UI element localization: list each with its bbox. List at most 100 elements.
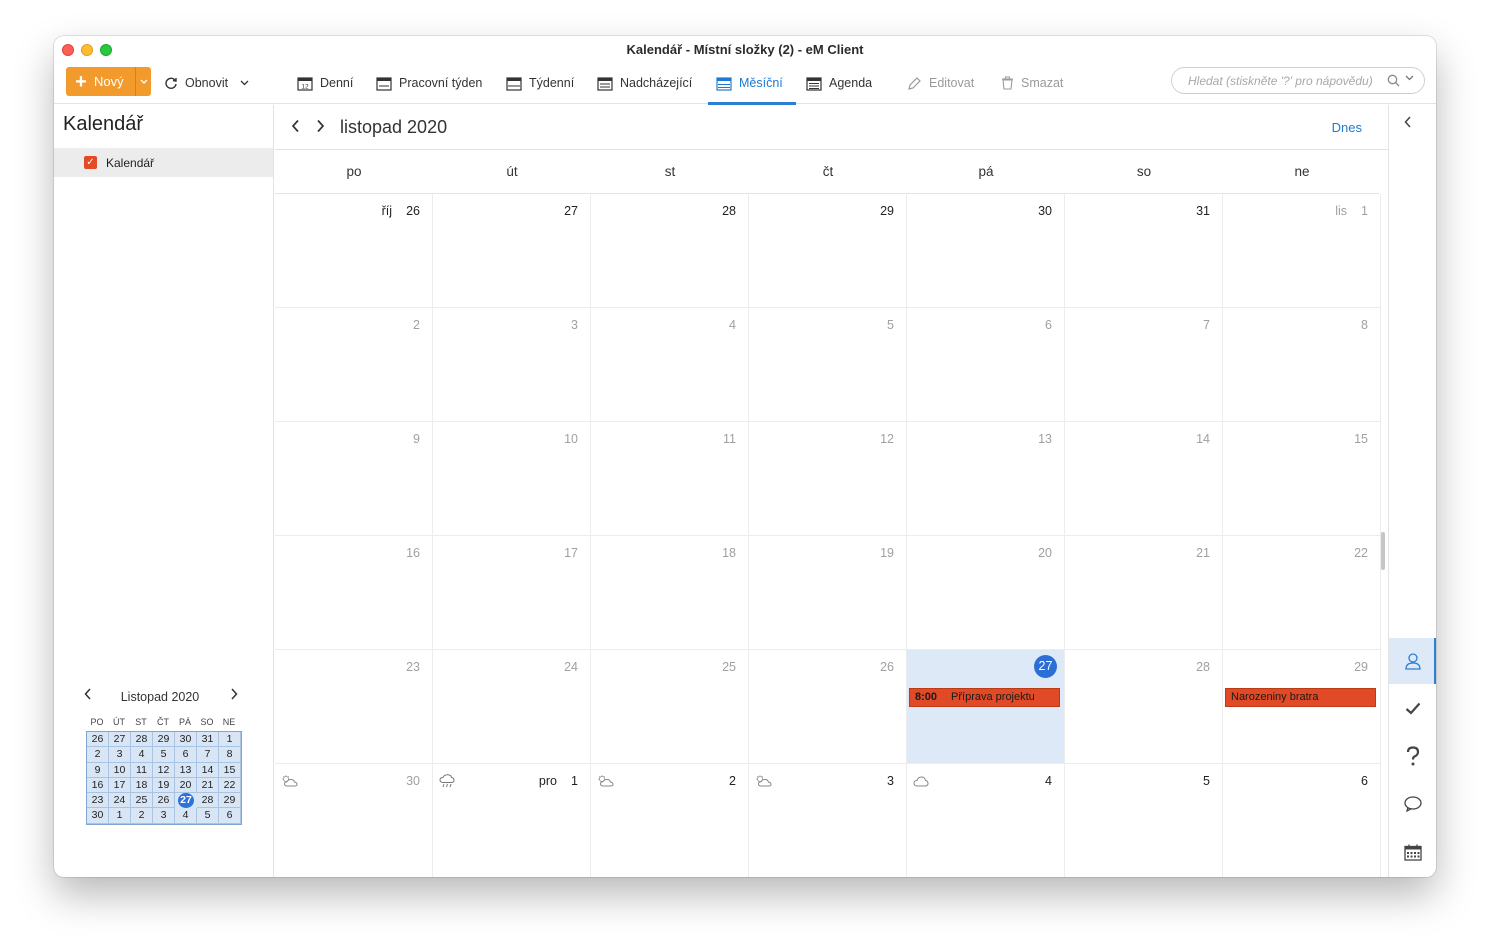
- mini-day[interactable]: 24: [109, 793, 131, 809]
- mini-day[interactable]: 1: [109, 808, 131, 824]
- refresh-button[interactable]: Obnovit: [164, 62, 249, 104]
- search-options-dropdown[interactable]: [1405, 73, 1414, 84]
- day-cell[interactable]: 30: [907, 194, 1065, 308]
- mini-day[interactable]: 26: [153, 793, 175, 809]
- day-cell[interactable]: 8: [1223, 308, 1381, 422]
- search-input[interactable]: Hledat (stiskněte '?' pro nápovědu): [1171, 67, 1425, 94]
- day-cell[interactable]: pro 1: [433, 764, 591, 877]
- day-cell[interactable]: 25: [591, 650, 749, 764]
- day-cell[interactable]: lis 1: [1223, 194, 1381, 308]
- mini-day[interactable]: 28: [131, 732, 153, 748]
- mini-day[interactable]: 25: [131, 793, 153, 809]
- mini-day[interactable]: 2: [87, 747, 109, 763]
- day-cell[interactable]: 4: [907, 764, 1065, 877]
- mini-day[interactable]: 4: [175, 808, 197, 824]
- mini-day[interactable]: 21: [197, 777, 219, 794]
- mini-day[interactable]: 26: [87, 732, 109, 748]
- day-cell[interactable]: 15: [1223, 422, 1381, 536]
- new-dropdown-button[interactable]: [135, 67, 151, 96]
- tasks-panel-button[interactable]: [1389, 685, 1436, 731]
- day-cell[interactable]: 31: [1065, 194, 1223, 308]
- day-cell[interactable]: říj 26: [275, 194, 433, 308]
- calendar-event[interactable]: 8:00 Příprava projektu: [909, 688, 1060, 707]
- calendar-event[interactable]: Narozeniny bratra: [1225, 688, 1376, 707]
- mini-day[interactable]: 29: [153, 732, 175, 748]
- mini-day[interactable]: 5: [153, 747, 175, 763]
- view-agenda-button[interactable]: Agenda: [806, 62, 872, 104]
- day-cell[interactable]: 22: [1223, 536, 1381, 650]
- vertical-scrollbar[interactable]: [1381, 532, 1385, 570]
- day-cell[interactable]: 20: [907, 536, 1065, 650]
- mini-day[interactable]: 30: [87, 808, 109, 824]
- day-cell[interactable]: 9: [275, 422, 433, 536]
- day-cell[interactable]: 29 Narozeniny bratra: [1223, 650, 1381, 764]
- day-cell[interactable]: 5: [749, 308, 907, 422]
- day-cell[interactable]: 30: [275, 764, 433, 877]
- day-cell[interactable]: 23: [275, 650, 433, 764]
- mini-day[interactable]: 12: [153, 762, 175, 778]
- day-cell[interactable]: 27: [433, 194, 591, 308]
- day-cell[interactable]: 6: [907, 308, 1065, 422]
- mini-day[interactable]: 6: [219, 808, 241, 824]
- day-cell[interactable]: 29: [749, 194, 907, 308]
- calendar-panel-button[interactable]: [1389, 829, 1436, 875]
- mini-day[interactable]: 8: [219, 747, 241, 763]
- mini-day[interactable]: 3: [153, 808, 175, 824]
- contacts-panel-button[interactable]: [1389, 638, 1436, 684]
- edit-button[interactable]: Editovat: [907, 62, 974, 104]
- next-month-button[interactable]: [316, 117, 325, 138]
- prev-month-button[interactable]: [291, 117, 300, 138]
- day-cell[interactable]: 10: [433, 422, 591, 536]
- day-cell[interactable]: 7: [1065, 308, 1223, 422]
- day-cell[interactable]: 13: [907, 422, 1065, 536]
- chat-panel-button[interactable]: [1389, 781, 1436, 827]
- mini-day[interactable]: 16: [87, 777, 109, 794]
- day-cell[interactable]: 28: [1065, 650, 1223, 764]
- mini-day[interactable]: 15: [219, 762, 241, 778]
- mini-next-month-button[interactable]: [226, 687, 242, 705]
- collapse-panel-button[interactable]: [1404, 115, 1412, 133]
- day-cell[interactable]: 4: [591, 308, 749, 422]
- mini-day[interactable]: 4: [131, 747, 153, 763]
- today-button[interactable]: Dnes: [1332, 120, 1362, 135]
- mini-day[interactable]: 27: [109, 732, 131, 748]
- mini-day[interactable]: 18: [131, 777, 153, 794]
- view-week-button[interactable]: Týdenní: [506, 62, 574, 104]
- day-cell[interactable]: 21: [1065, 536, 1223, 650]
- help-panel-button[interactable]: [1389, 733, 1436, 779]
- day-cell[interactable]: 14: [1065, 422, 1223, 536]
- day-cell[interactable]: 19: [749, 536, 907, 650]
- day-cell[interactable]: 2: [591, 764, 749, 877]
- new-button[interactable]: + Nový: [66, 67, 151, 96]
- view-month-button[interactable]: Měsíční: [708, 62, 796, 105]
- day-cell[interactable]: 17: [433, 536, 591, 650]
- day-cell[interactable]: 16: [275, 536, 433, 650]
- day-cell[interactable]: 27 8:00 Příprava projektu: [907, 650, 1065, 764]
- day-cell[interactable]: 3: [433, 308, 591, 422]
- mini-day[interactable]: 7: [197, 747, 219, 763]
- mini-day[interactable]: 14: [197, 762, 219, 778]
- day-cell[interactable]: 26: [749, 650, 907, 764]
- day-cell[interactable]: 3: [749, 764, 907, 877]
- mini-day[interactable]: 2: [131, 808, 153, 824]
- mini-day[interactable]: 22: [219, 777, 241, 794]
- day-cell[interactable]: 28: [591, 194, 749, 308]
- view-upcoming-button[interactable]: Nadcházející: [597, 62, 692, 104]
- day-cell[interactable]: 18: [591, 536, 749, 650]
- mini-day[interactable]: 31: [197, 732, 219, 748]
- delete-button[interactable]: Smazat: [1001, 62, 1063, 104]
- day-cell[interactable]: 11: [591, 422, 749, 536]
- day-cell[interactable]: 24: [433, 650, 591, 764]
- chevron-down-icon[interactable]: [240, 80, 249, 86]
- mini-day[interactable]: 29: [219, 793, 241, 809]
- mini-day[interactable]: 10: [109, 762, 131, 778]
- mini-day[interactable]: 19: [153, 777, 175, 794]
- calendar-checkbox[interactable]: ✓: [84, 156, 97, 169]
- mini-day[interactable]: 13: [175, 762, 197, 778]
- mini-day[interactable]: 5: [197, 808, 219, 824]
- view-day-button[interactable]: 12 Denní: [297, 62, 353, 104]
- mini-day[interactable]: 20: [175, 777, 197, 794]
- day-cell[interactable]: 6: [1223, 764, 1381, 877]
- view-workweek-button[interactable]: Pracovní týden: [376, 62, 482, 104]
- day-cell[interactable]: 12: [749, 422, 907, 536]
